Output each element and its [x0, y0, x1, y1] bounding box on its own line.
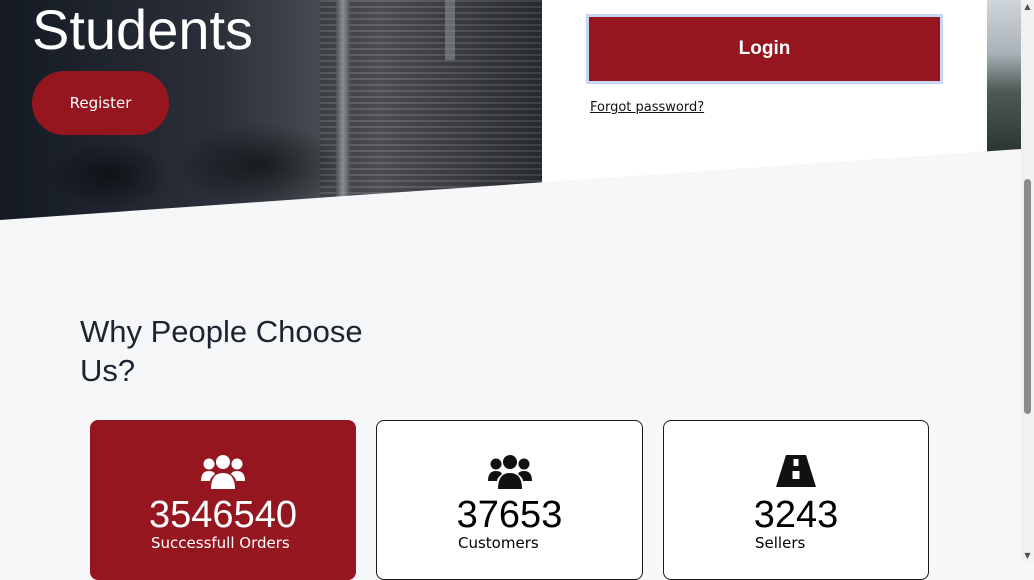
section-title: Why People Choose Us?	[80, 314, 363, 388]
users-icon	[201, 455, 245, 489]
stat-value: 37653	[456, 494, 563, 536]
scroll-thumb[interactable]	[1024, 179, 1031, 414]
stat-label: Successfull Orders	[151, 534, 290, 552]
users-icon	[487, 455, 532, 489]
stat-label: Customers	[458, 534, 539, 552]
page-scrollbar[interactable]: ▲ ▼	[1021, 0, 1034, 561]
stat-card-orders[interactable]: 3546540 Successfull Orders	[90, 420, 356, 580]
forgot-password-link[interactable]: Forgot password?	[590, 100, 704, 115]
login-button[interactable]: Login	[586, 14, 943, 84]
scroll-up-arrow-icon[interactable]: ▲	[1021, 0, 1034, 12]
stat-value: 3546540	[149, 494, 297, 536]
road-icon	[776, 455, 816, 487]
stat-label: Sellers	[755, 534, 806, 552]
stat-card-sellers[interactable]: 3243 Sellers	[663, 420, 929, 580]
scroll-down-arrow-icon[interactable]: ▼	[1021, 549, 1034, 561]
stat-value: 3243	[753, 494, 839, 536]
stat-card-customers[interactable]: 37653 Customers	[376, 420, 643, 580]
